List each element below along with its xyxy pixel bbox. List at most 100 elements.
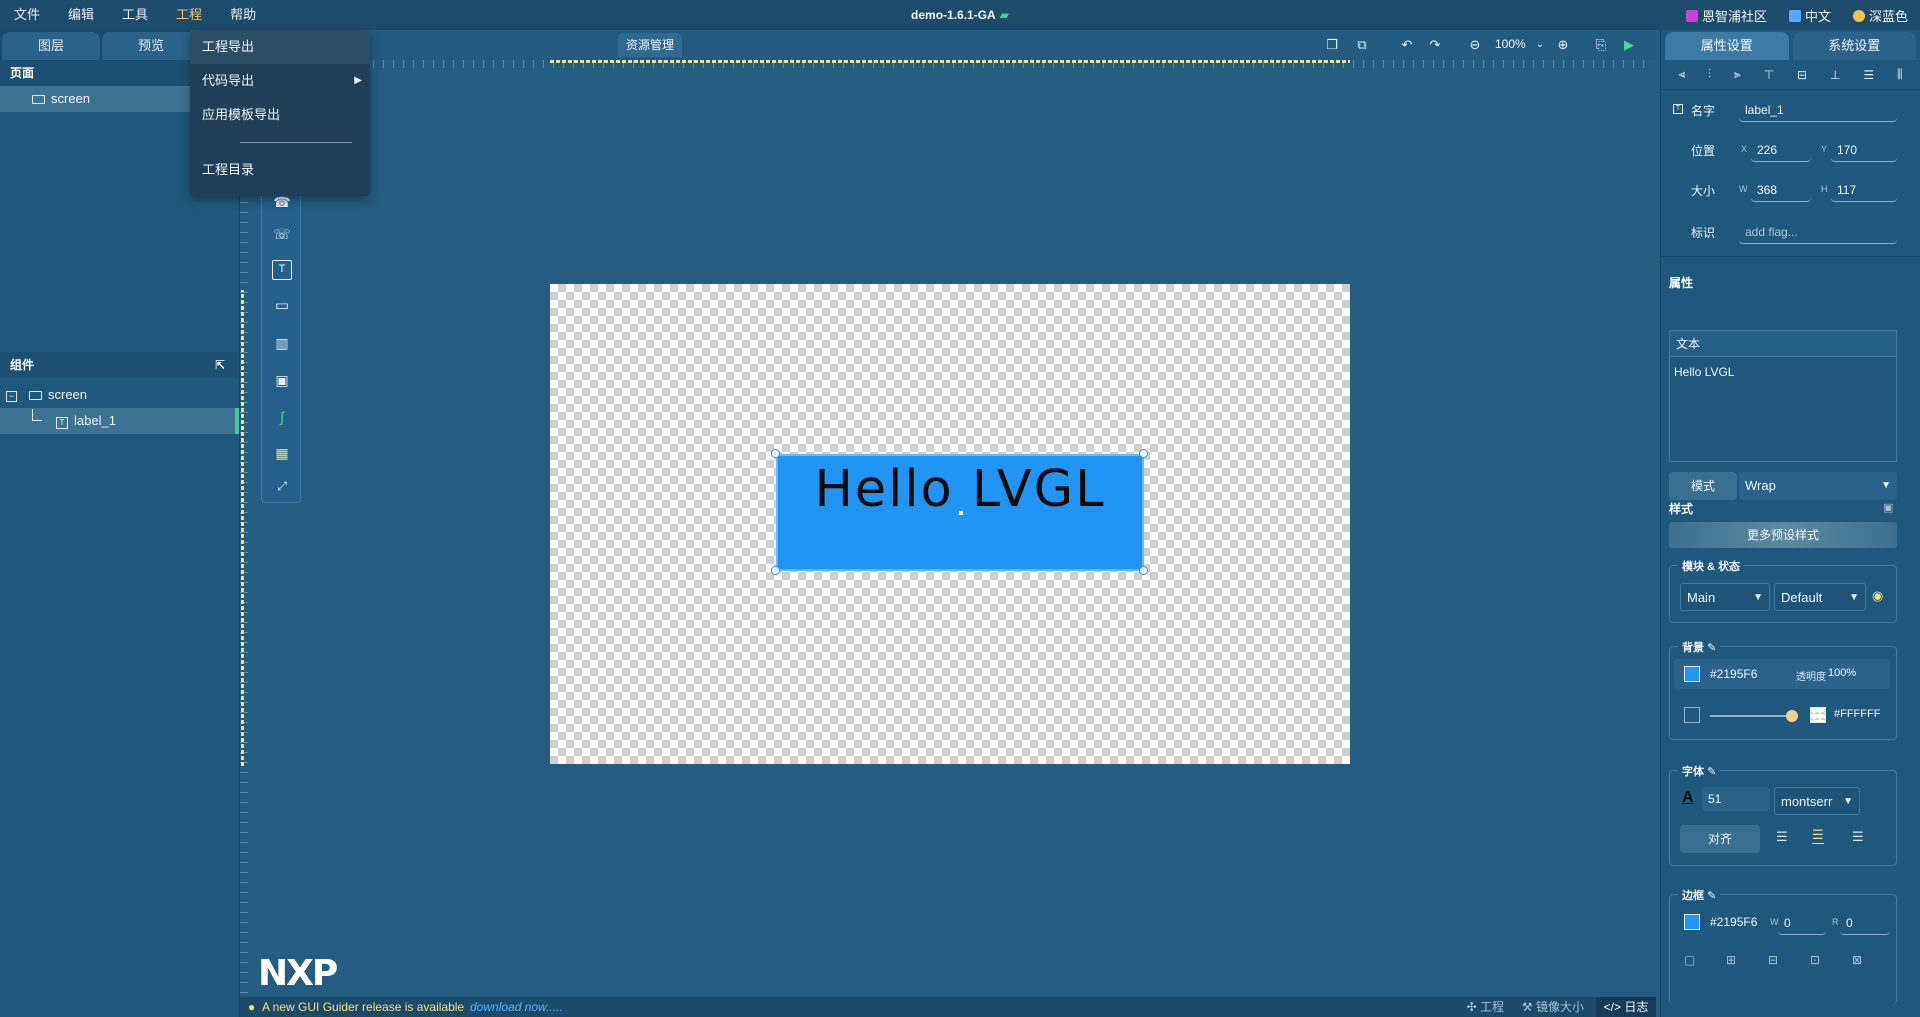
- theme-switch[interactable]: 深蓝色: [1852, 6, 1908, 25]
- tab-resources[interactable]: 资源管理: [618, 33, 683, 57]
- h-input[interactable]: 117: [1831, 178, 1897, 202]
- gradient-slider[interactable]: [1710, 715, 1788, 717]
- menu-item-label: 工程导出: [202, 39, 255, 54]
- opacity-value[interactable]: 100%: [1828, 667, 1856, 679]
- border-color-swatch[interactable]: [1684, 914, 1700, 930]
- grad-color-swatch[interactable]: [1810, 707, 1826, 723]
- widget-chart-icon[interactable]: ▥: [272, 333, 292, 353]
- tab-layers[interactable]: 图层: [2, 32, 101, 60]
- border-side-icon[interactable]: ⊠: [1852, 953, 1862, 967]
- label-1-widget[interactable]: Hello LVGL: [776, 454, 1144, 571]
- mode-select[interactable]: Wrap ▼: [1739, 472, 1897, 500]
- font-size-input[interactable]: 51: [1702, 787, 1770, 811]
- gradient-toggle-icon[interactable]: [1684, 707, 1700, 723]
- menu-project-directory[interactable]: 工程目录: [190, 153, 370, 187]
- language-switch[interactable]: 中文: [1788, 6, 1831, 25]
- menu-edit[interactable]: 编辑: [54, 0, 108, 30]
- border-radius-input[interactable]: 0: [1840, 911, 1890, 935]
- border-color-value[interactable]: #2195F6: [1710, 915, 1757, 929]
- align-right-icon[interactable]: ⫸: [1734, 67, 1741, 82]
- text-align-center-icon[interactable]: ☰: [1812, 827, 1824, 844]
- expand-icon[interactable]: ⤢: [272, 476, 292, 496]
- menu-export-project[interactable]: 工程导出: [190, 30, 370, 64]
- text-align-left-icon[interactable]: ☰: [1776, 829, 1788, 845]
- menu-export-code[interactable]: 代码导出 ▶: [190, 64, 370, 98]
- save-style-icon[interactable]: ▣: [1883, 501, 1893, 514]
- brush-icon[interactable]: ✎: [1707, 890, 1716, 902]
- more-styles-button[interactable]: 更多预设样式: [1669, 522, 1897, 548]
- menu-file[interactable]: 文件: [0, 0, 54, 30]
- widget-textarea-icon[interactable]: ▭: [272, 296, 292, 316]
- brush-icon[interactable]: ✎: [1707, 766, 1716, 778]
- tree-item-screen[interactable]: − screen: [0, 382, 239, 408]
- border-none-icon[interactable]: ⊞: [1726, 953, 1736, 967]
- zoom-out-icon[interactable]: ⊖: [1466, 36, 1484, 54]
- menu-item-label: 代码导出: [202, 73, 255, 88]
- resize-handle-bl[interactable]: [771, 566, 780, 575]
- run-icon[interactable]: ▶: [1620, 36, 1638, 54]
- distribute-v-icon[interactable]: ⫼: [1897, 67, 1903, 82]
- align-bottom-icon[interactable]: ⊥: [1830, 68, 1840, 82]
- menu-tools[interactable]: 工具: [108, 0, 162, 30]
- log-button[interactable]: </> 日志: [1596, 997, 1656, 1017]
- text-editor[interactable]: 文本 Hello LVGL: [1669, 330, 1897, 462]
- zoom-dropdown-icon[interactable]: ⌄: [1531, 36, 1549, 54]
- align-top-icon[interactable]: ⊤: [1764, 68, 1774, 82]
- tab-preview[interactable]: 预览: [102, 32, 201, 60]
- border-width-input[interactable]: 0: [1778, 911, 1826, 935]
- font-family-select[interactable]: montserr ▼: [1774, 787, 1860, 815]
- tab-properties[interactable]: 属性设置: [1665, 32, 1789, 60]
- send-back-icon[interactable]: ⧉: [1353, 36, 1371, 54]
- menu-export-template[interactable]: 应用模板导出: [190, 98, 370, 132]
- menu-help[interactable]: 帮助: [216, 0, 270, 30]
- menu-project[interactable]: 工程: [162, 0, 216, 30]
- widget-phone-icon[interactable]: ☏: [272, 224, 292, 244]
- status-project[interactable]: ✣ 工程: [1467, 997, 1504, 1017]
- widget-image-icon[interactable]: ▣: [272, 370, 292, 390]
- popout-icon[interactable]: ⇱: [215, 352, 225, 378]
- y-input[interactable]: 170: [1831, 138, 1897, 162]
- resize-handle-tr[interactable]: [1139, 449, 1148, 458]
- widget-label-icon[interactable]: T: [272, 260, 292, 280]
- w-input[interactable]: 368: [1751, 178, 1811, 202]
- redo-icon[interactable]: ↷: [1426, 36, 1444, 54]
- border-all-icon[interactable]: ▢: [1684, 953, 1695, 967]
- eye-icon[interactable]: ◉: [1872, 588, 1883, 604]
- community-link[interactable]: 恩智浦社区: [1685, 6, 1767, 25]
- text-align-right-icon[interactable]: ☰: [1852, 829, 1864, 845]
- text-editor-value[interactable]: Hello LVGL: [1670, 357, 1896, 387]
- undo-icon[interactable]: ↶: [1398, 36, 1416, 54]
- collapse-icon[interactable]: −: [6, 391, 17, 402]
- zoom-in-icon[interactable]: ⊕: [1554, 36, 1572, 54]
- x-input[interactable]: 226: [1751, 138, 1811, 162]
- tree-item-label-1[interactable]: Tlabel_1: [0, 408, 239, 434]
- font-color-icon[interactable]: A: [1682, 789, 1694, 807]
- bg-color-swatch[interactable]: [1684, 666, 1700, 682]
- border-bottom-icon[interactable]: ⊡: [1810, 953, 1820, 967]
- tab-system-settings[interactable]: 系统设置: [1792, 32, 1916, 60]
- border-top-icon[interactable]: ⊟: [1768, 953, 1778, 967]
- resize-handle-br[interactable]: [1139, 566, 1148, 575]
- distribute-h-icon[interactable]: ☰: [1863, 68, 1874, 82]
- status-mirror-size[interactable]: ⚒ 镜像大小: [1522, 997, 1584, 1017]
- design-canvas[interactable]: Hello LVGL: [550, 284, 1350, 764]
- download-link[interactable]: download now.....: [470, 997, 563, 1017]
- widget-curve-icon[interactable]: ∫: [272, 407, 292, 427]
- brush-icon[interactable]: ✎: [1707, 642, 1716, 654]
- bring-front-icon[interactable]: ❐: [1323, 36, 1341, 54]
- gradient-slider-thumb[interactable]: [1786, 710, 1798, 722]
- zoom-value[interactable]: 100%: [1495, 37, 1526, 51]
- align-vcenter-icon[interactable]: ⊟: [1797, 68, 1807, 82]
- code-view-icon[interactable]: ⎘: [1592, 36, 1610, 54]
- align-hcenter-icon[interactable]: ⫶: [1708, 67, 1711, 82]
- name-input[interactable]: label_1: [1739, 98, 1897, 122]
- canvas-toolbar: 资源管理 ❐ ⧉ ↶ ↷ ⊖ 100% ⌄ ⊕ ⎘ ▶: [240, 30, 1656, 60]
- state-select[interactable]: Default ▼: [1774, 583, 1866, 611]
- part-select[interactable]: Main ▼: [1680, 583, 1770, 611]
- bg-color-value[interactable]: #2195F6: [1710, 667, 1757, 681]
- flag-input[interactable]: add flag...: [1739, 220, 1897, 244]
- align-left-icon[interactable]: ⫷: [1678, 67, 1685, 82]
- grad-color-value[interactable]: #FFFFFF: [1834, 708, 1880, 720]
- resize-handle-tl[interactable]: [771, 449, 780, 458]
- widget-qrcode-icon[interactable]: ▦: [272, 443, 292, 463]
